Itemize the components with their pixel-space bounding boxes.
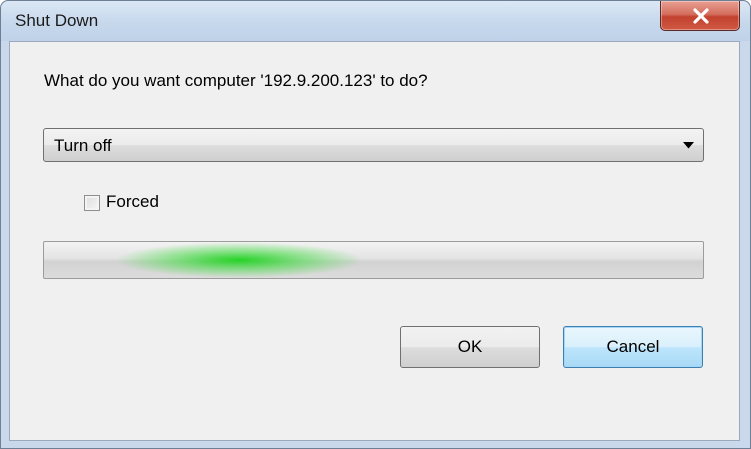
action-dropdown[interactable]: Turn off <box>43 128 704 162</box>
progress-marquee-glow <box>114 242 364 278</box>
close-icon <box>693 8 709 24</box>
close-button[interactable] <box>660 1 740 31</box>
action-dropdown-value: Turn off <box>54 136 112 155</box>
dialog-prompt-text: What do you want computer '192.9.200.123… <box>44 71 428 90</box>
cancel-button[interactable]: Cancel <box>563 326 703 368</box>
shutdown-progress-bar <box>43 241 704 279</box>
ok-button[interactable]: OK <box>400 326 540 368</box>
window-title: Shut Down <box>15 11 99 30</box>
shutdown-dialog-window: Shut Down What do you want computer '192… <box>0 0 751 449</box>
dropdown-arrow-icon <box>683 142 694 149</box>
forced-checkbox-label[interactable]: Forced <box>106 192 159 212</box>
forced-checkbox[interactable] <box>84 195 100 211</box>
title-bar[interactable]: Shut Down <box>1 1 750 41</box>
